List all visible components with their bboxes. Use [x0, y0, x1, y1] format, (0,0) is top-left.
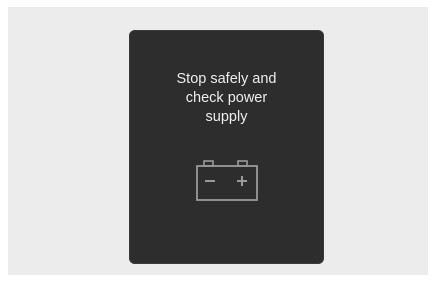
- battery-icon: [196, 160, 258, 201]
- warning-display-panel: Stop safely and check power supply: [129, 30, 324, 264]
- warning-message: Stop safely and check power supply: [176, 71, 277, 125]
